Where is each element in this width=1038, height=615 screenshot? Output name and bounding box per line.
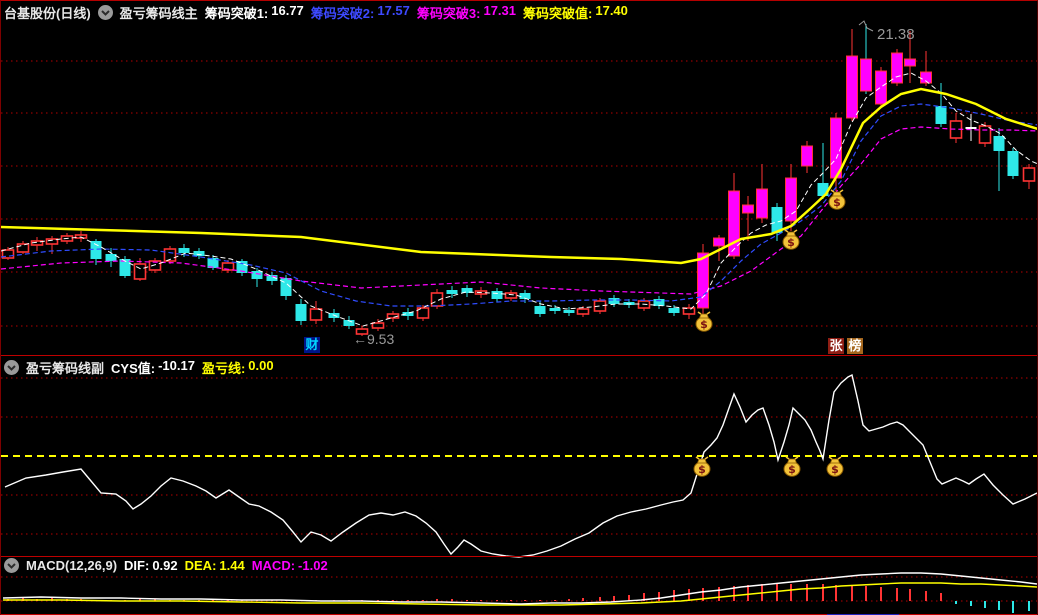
candle-down [251,271,263,279]
collapse-cys-indicator-icon[interactable] [4,360,19,375]
signal-tag-zhang: 张 [828,338,844,354]
main-panel-header: 台基股份(日线) 盈亏筹码线主 筹码突破1: 16.77 筹码突破2: 17.57 … [4,3,628,22]
candle-signal [860,58,872,92]
candle-down [491,291,503,299]
candle-signal [846,55,858,119]
candle-down [935,106,947,124]
collapse-main-indicator-icon[interactable] [97,5,113,20]
candle-down [446,290,458,294]
candle-up [309,308,323,321]
candle-down [193,251,205,256]
ma-line-blue [1,103,1037,307]
macd-panel-header: MACD(12,26,9) DIF: 0.92 DEA: 1.44 MACD: -1.… [4,558,328,573]
stock-title: 台基股份(日线) [4,6,91,21]
candle-up [1022,167,1036,182]
candle-up [682,307,696,315]
candle-down [549,308,561,311]
candle-up [576,308,590,315]
money-bag-icon: $ [828,189,846,210]
candle-up [504,292,518,299]
candle-down [668,308,680,313]
macd-indicator-name: MACD(12,26,9) [26,558,118,573]
indicator-value: DIF: 0.92 [124,558,178,573]
candle-down [1007,151,1019,176]
candle-signal [756,188,768,219]
candle-down [608,298,620,304]
candle-up [16,243,30,253]
cys-panel-header: 盈亏筹码线副 CYS值: -10.17 盈亏线: 0.00 [4,358,274,377]
candle-signal [875,70,887,105]
candle-up [371,322,385,329]
indicator-value: 筹码突破值: 17.40 [523,3,628,21]
money-bag-icon: $ [695,311,713,332]
stock-chart-window: 21.38 ←9.53 $ $ $ $ $ $ 台基股份(日线) 盈亏筹码线主 筹码突破1: 1… [0,0,1038,615]
candle-down [105,254,117,261]
money-bag-part: $ [833,196,841,209]
money-bag-icon: $ [693,456,711,477]
money-bag-icon: $ [783,456,801,477]
candle-down [534,306,546,314]
signal-tag-bang: 榜 [847,338,863,354]
main-indicator-name: 盈亏筹码线主 [119,6,198,21]
indicator-value: 盈亏线: 0.00 [201,358,274,376]
candle-signal [891,52,903,84]
money-bag-part: $ [698,463,706,476]
candle-up [133,263,147,280]
candle-doji [965,127,977,129]
indicator-value: MACD: -1.02 [251,558,328,573]
money-bag-part: $ [788,463,796,476]
candle-down [178,248,190,253]
candle-signal [713,237,725,247]
signal-tag-cai: 财 [304,337,320,353]
candle-down [295,304,307,321]
candle-signal [785,177,797,222]
money-bag-part: $ [787,236,795,249]
candle-signal [801,145,813,167]
candle-down [993,136,1005,151]
candle-signal [742,204,754,214]
ma-line-white [1,72,1037,327]
money-bag-part: $ [831,463,839,476]
cys-line [4,373,1037,558]
candle-up [978,125,992,144]
cys-indicator-name: 盈亏筹码线副 [26,361,105,376]
chart-canvas[interactable]: 21.38 ←9.53 $ $ $ $ $ $ [1,1,1038,615]
indicator-value: 筹码突破1: 16.77 [204,3,304,21]
money-bag-icon: $ [782,229,800,250]
candle-signal [697,252,709,309]
indicator-value: CYS值: -10.17 [111,358,195,376]
low-price-label: ←9.53 [353,331,394,347]
high-price-label: 21.38 [877,26,915,43]
indicator-value: 筹码突破2: 17.57 [310,3,410,21]
collapse-macd-indicator-icon[interactable] [4,558,19,573]
money-bag-icon: $ [826,456,844,477]
indicator-value: DEA: 1.44 [184,558,245,573]
candle-signal [904,58,916,67]
indicator-value: 筹码突破3: 17.31 [416,3,517,21]
candle-down [563,310,575,313]
money-bag-part: $ [700,318,708,331]
candle-signal [728,190,740,257]
candle-down [90,241,102,259]
